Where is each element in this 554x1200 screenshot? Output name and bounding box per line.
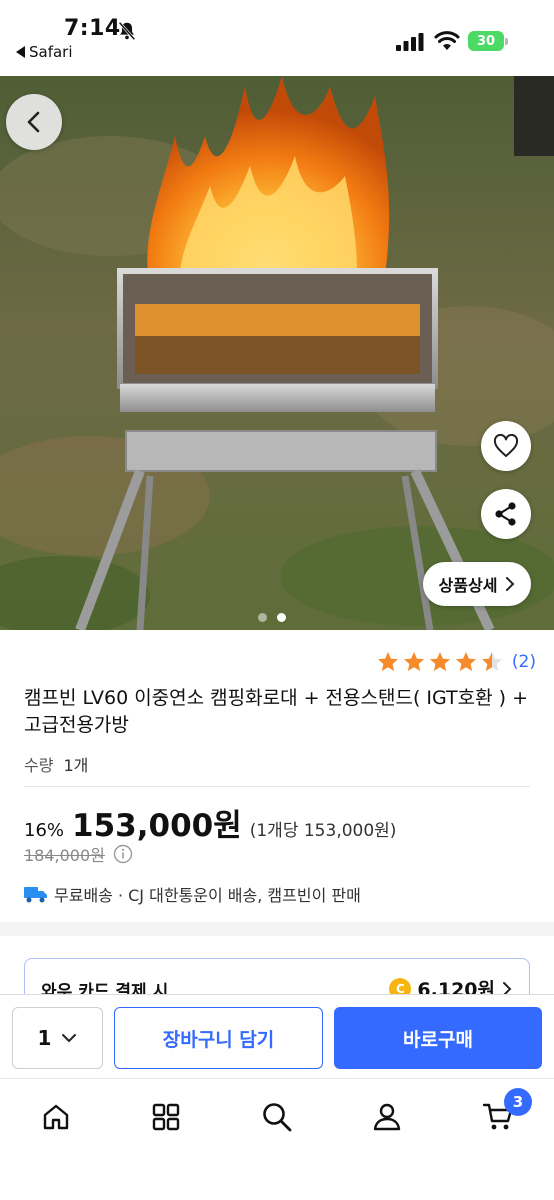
product-image-carousel[interactable]: 상품상세 (0, 76, 554, 630)
info-icon[interactable] (113, 844, 133, 864)
product-title: 캠프빈 LV60 이중연소 캠핑화로대 + 전용스탠드( IGT호환 ) + 고… (24, 687, 529, 736)
cart-badge: 3 (504, 1088, 532, 1116)
original-price-row: 184,000원 (24, 842, 133, 866)
star-full-icon (403, 652, 424, 671)
nav-home[interactable] (38, 1099, 74, 1135)
unit-price: (1개당 153,000원) (249, 821, 397, 841)
back-triangle-icon (16, 46, 25, 58)
status-bar: 7:14 Safari 30 (0, 0, 554, 76)
nav-search[interactable] (259, 1099, 295, 1135)
categories-icon (152, 1103, 180, 1131)
heart-icon (493, 434, 519, 457)
discount-rate: 16% (24, 820, 65, 841)
nav-my-account[interactable] (369, 1099, 405, 1135)
product-detail-label: 상품상세 (438, 576, 498, 595)
battery-indicator: 30 (468, 31, 508, 51)
shipping-text: 무료배송 · CJ 대한통운이 배송, 캠프빈이 판매 (54, 886, 361, 905)
product-photo (0, 76, 554, 630)
back-button[interactable] (6, 94, 62, 150)
chevron-right-icon (506, 577, 515, 591)
sale-price: 153,000원 (72, 808, 242, 844)
bell-slash-icon (118, 21, 136, 41)
star-full-icon (455, 652, 476, 671)
product-rating[interactable]: (2) (376, 650, 536, 674)
truck-icon (24, 887, 47, 903)
product-detail-button[interactable]: 상품상세 (423, 562, 531, 606)
shipping-info: 무료배송 · CJ 대한통운이 배송, 캠프빈이 판매 (24, 882, 361, 906)
carousel-dot[interactable] (258, 613, 267, 622)
nav-categories[interactable] (148, 1099, 184, 1135)
section-separator (0, 922, 554, 936)
my-account-icon (373, 1103, 401, 1131)
chevron-down-icon (62, 1034, 77, 1043)
quantity-select[interactable]: 1 (12, 1007, 103, 1069)
quantity-info: 수량 1개 (24, 752, 88, 776)
share-icon (495, 502, 516, 526)
bottom-navigation (0, 1078, 554, 1200)
wifi-icon (434, 31, 460, 50)
divider (24, 786, 530, 787)
star-half-icon (481, 652, 502, 671)
star-full-icon (377, 652, 398, 671)
status-time: 7:14 (64, 16, 121, 41)
original-price: 184,000원 (24, 846, 105, 865)
battery-cap (505, 38, 508, 45)
cellular-signal-icon (396, 33, 424, 51)
search-icon (263, 1103, 292, 1132)
buy-now-button[interactable]: 바로구매 (334, 1007, 542, 1069)
add-to-cart-button[interactable]: 장바구니 담기 (114, 1007, 323, 1069)
carousel-dots (258, 613, 286, 622)
share-button[interactable] (481, 489, 531, 539)
quantity-value: 1개 (63, 756, 89, 775)
star-full-icon (429, 652, 450, 671)
rating-count[interactable]: (2) (512, 652, 536, 672)
purchase-bar: 1 장바구니 담기 바로구매 (0, 994, 554, 1078)
chevron-left-icon (27, 111, 40, 133)
home-icon (43, 1104, 69, 1130)
wishlist-button[interactable] (481, 421, 531, 471)
back-to-safari[interactable]: Safari (16, 43, 73, 61)
battery-level: 30 (468, 31, 504, 51)
price-row: 16% 153,000원 (1개당 153,000원) (24, 800, 396, 845)
quantity-select-value: 1 (37, 1026, 52, 1050)
carousel-dot-active[interactable] (277, 613, 286, 622)
quantity-label: 수량 (24, 756, 54, 775)
back-app-label: Safari (29, 43, 73, 61)
